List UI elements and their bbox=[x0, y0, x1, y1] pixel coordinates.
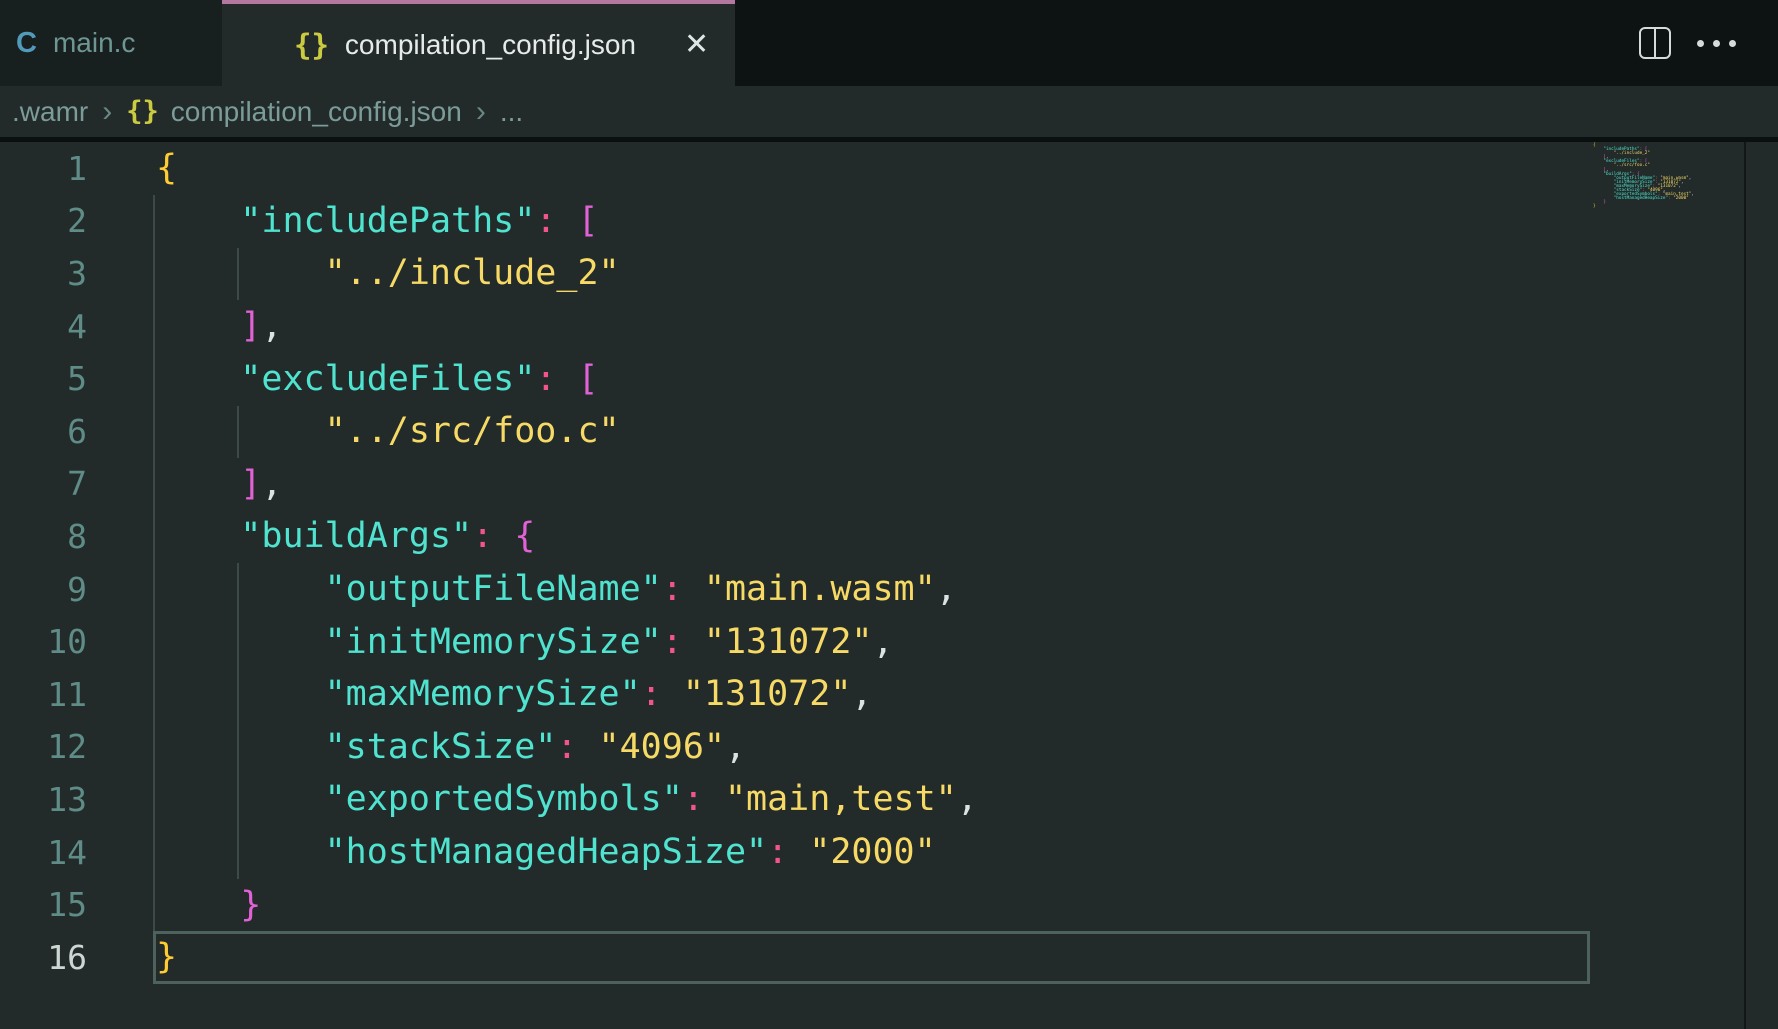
split-editor-icon[interactable] bbox=[1639, 27, 1671, 59]
line-number[interactable]: 15 bbox=[0, 885, 87, 924]
breadcrumb: .wamr › {} compilation_config.json › ... bbox=[0, 86, 1778, 137]
line-number[interactable]: 9 bbox=[0, 570, 87, 609]
code-editor[interactable]: 1{2 "includePaths": [3 "../include_2"4 ]… bbox=[0, 142, 1778, 1029]
code-text: "../src/foo.c" bbox=[87, 411, 620, 451]
code-line[interactable]: 1{ bbox=[0, 142, 1778, 195]
more-actions-icon[interactable] bbox=[1697, 27, 1736, 59]
code-text: "stackSize": "4096", bbox=[87, 727, 746, 767]
code-text: "initMemorySize": "131072", bbox=[87, 622, 894, 662]
line-number[interactable]: 6 bbox=[0, 412, 87, 451]
line-number[interactable]: 16 bbox=[0, 938, 87, 977]
code-text: ], bbox=[87, 464, 282, 504]
code-text: "maxMemorySize": "131072", bbox=[87, 674, 872, 714]
code-line[interactable]: 6 "../src/foo.c" bbox=[0, 405, 1778, 458]
minimap-right-border bbox=[1744, 142, 1746, 1029]
line-number[interactable]: 1 bbox=[0, 149, 87, 188]
code-line[interactable]: 4 ], bbox=[0, 300, 1778, 353]
line-number[interactable]: 5 bbox=[0, 359, 87, 398]
close-icon[interactable]: ✕ bbox=[684, 30, 709, 60]
code-line[interactable]: 10 "initMemorySize": "131072", bbox=[0, 615, 1778, 668]
code-text: "buildArgs": { bbox=[87, 516, 535, 556]
breadcrumb-folder[interactable]: .wamr bbox=[12, 96, 88, 128]
line-number[interactable]: 14 bbox=[0, 833, 87, 872]
code-line[interactable]: 9 "outputFileName": "main.wasm", bbox=[0, 563, 1778, 616]
line-number[interactable]: 12 bbox=[0, 727, 87, 766]
code-text: "includePaths": [ bbox=[87, 201, 599, 241]
code-line[interactable]: 3 "../include_2" bbox=[0, 247, 1778, 300]
line-number[interactable]: 8 bbox=[0, 517, 87, 556]
code-text: { bbox=[87, 148, 177, 188]
code-text: "excludeFiles": [ bbox=[87, 359, 599, 399]
tab-label: compilation_config.json bbox=[345, 29, 636, 61]
code-line[interactable]: 11 "maxMemorySize": "131072", bbox=[0, 668, 1778, 721]
code-line[interactable]: 5 "excludeFiles": [ bbox=[0, 352, 1778, 405]
chevron-right-icon: › bbox=[102, 95, 112, 129]
line-number[interactable]: 4 bbox=[0, 307, 87, 346]
code-text: "hostManagedHeapSize": "2000" bbox=[87, 832, 936, 872]
line-number[interactable]: 7 bbox=[0, 464, 87, 503]
editor-actions bbox=[1639, 0, 1778, 86]
line-number[interactable]: 3 bbox=[0, 254, 87, 293]
code-text: ], bbox=[87, 306, 282, 346]
line-number[interactable]: 13 bbox=[0, 780, 87, 819]
code-line[interactable]: 2 "includePaths": [ bbox=[0, 195, 1778, 248]
tab-bar: C main.c {} compilation_config.json ✕ bbox=[0, 0, 1778, 86]
line-number[interactable]: 10 bbox=[0, 622, 87, 661]
line-number[interactable]: 2 bbox=[0, 201, 87, 240]
code-line[interactable]: 15 } bbox=[0, 878, 1778, 931]
code-text: } bbox=[87, 937, 177, 977]
breadcrumb-file[interactable]: compilation_config.json bbox=[171, 96, 462, 128]
code-text: } bbox=[87, 885, 261, 925]
c-file-icon: C bbox=[16, 27, 37, 60]
code-text: "../include_2" bbox=[87, 253, 620, 293]
line-number[interactable]: 11 bbox=[0, 675, 87, 714]
json-braces-icon: {} bbox=[126, 96, 159, 127]
json-braces-icon: {} bbox=[294, 28, 329, 62]
code-text: "exportedSymbols": "main,test", bbox=[87, 779, 978, 819]
tab-main-c[interactable]: C main.c bbox=[0, 0, 222, 86]
code-text: "outputFileName": "main.wasm", bbox=[87, 569, 957, 609]
code-line[interactable]: 13 "exportedSymbols": "main,test", bbox=[0, 773, 1778, 826]
code-line[interactable]: 12 "stackSize": "4096", bbox=[0, 721, 1778, 774]
code-lines: 1{2 "includePaths": [3 "../include_2"4 ]… bbox=[0, 142, 1778, 984]
code-line[interactable]: 8 "buildArgs": { bbox=[0, 510, 1778, 563]
minimap[interactable]: { "includePaths": [ "../include_2" ], "e… bbox=[1593, 144, 1733, 210]
code-line[interactable]: 14 "hostManagedHeapSize": "2000" bbox=[0, 826, 1778, 879]
tab-label: main.c bbox=[53, 27, 135, 59]
code-line[interactable]: 7 ], bbox=[0, 458, 1778, 511]
breadcrumb-symbol-ellipsis[interactable]: ... bbox=[500, 96, 523, 128]
chevron-right-icon: › bbox=[476, 95, 486, 129]
minimap-content: { "includePaths": [ "../include_2" ], "e… bbox=[1593, 144, 1733, 210]
tab-compilation-config-json[interactable]: {} compilation_config.json ✕ bbox=[222, 0, 735, 86]
code-line[interactable]: 16} bbox=[0, 931, 1778, 984]
